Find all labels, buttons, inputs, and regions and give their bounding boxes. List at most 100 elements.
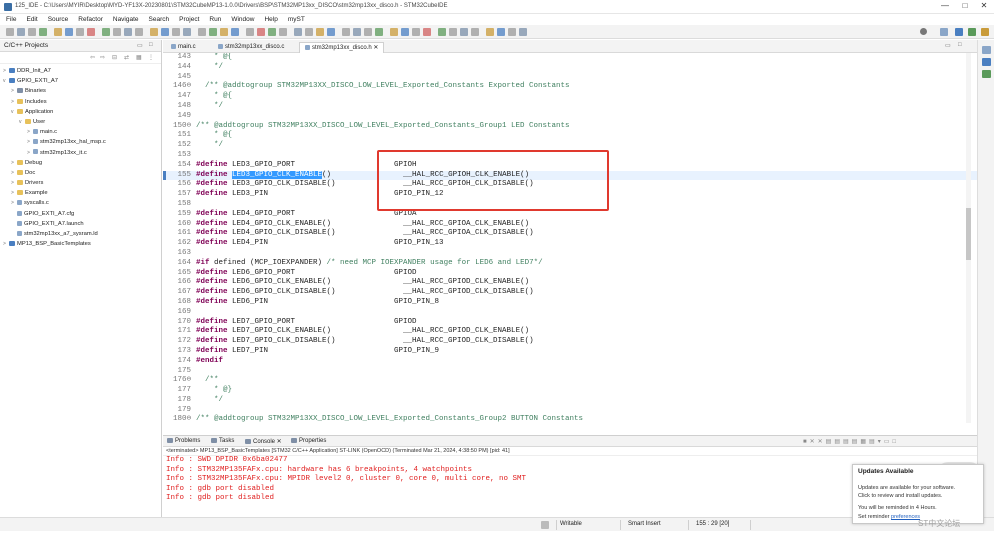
- code-line[interactable]: 151 * @{: [163, 131, 977, 141]
- updates-notification[interactable]: Updates Available Updates are available …: [852, 464, 984, 524]
- code-line[interactable]: 168 #define LED6_PIN GPIO_PIN_8: [163, 298, 977, 308]
- tree-item[interactable]: > stm32mp13xx_it.c: [0, 148, 161, 158]
- toolbar-button-icon[interactable]: [54, 28, 62, 36]
- toolbar-button-icon[interactable]: [449, 28, 457, 36]
- toolbar-button-icon[interactable]: [135, 28, 143, 36]
- code-line[interactable]: 144 */: [163, 63, 977, 73]
- link-editor-icon[interactable]: ⇄: [124, 54, 129, 61]
- code-line[interactable]: 177 * @}: [163, 386, 977, 396]
- toolbar-button-icon[interactable]: [183, 28, 191, 36]
- scrollbar-thumb[interactable]: [966, 208, 971, 260]
- code-line[interactable]: 170 #define LED7_GPIO_PORT GPIOD: [163, 318, 977, 328]
- tab-properties[interactable]: Properties: [291, 438, 326, 444]
- tree-item[interactable]: > Doc: [0, 168, 161, 178]
- toolbar-button-icon[interactable]: [209, 28, 217, 36]
- toolbar-button-icon[interactable]: [316, 28, 324, 36]
- tree-item[interactable]: > Drivers: [0, 178, 161, 188]
- toolbar-button-icon[interactable]: [220, 28, 228, 36]
- menu-run[interactable]: Run: [209, 16, 221, 23]
- code-line[interactable]: 166 #define LED6_GPIO_CLK_ENABLE() __HAL_…: [163, 278, 977, 288]
- toolbar-button-icon[interactable]: [39, 28, 47, 36]
- code-line[interactable]: 148 */: [163, 102, 977, 112]
- tree-item[interactable]: > Includes: [0, 97, 161, 107]
- toolbar-button-icon[interactable]: [28, 28, 36, 36]
- console-toolbar-icons[interactable]: ■✕✕▤▤▤▤▦▤▾▭□: [803, 438, 899, 445]
- tree-item[interactable]: v GPIO_EXTI_A7: [0, 76, 161, 86]
- toolbar-button-icon[interactable]: [460, 28, 468, 36]
- toolbar-button-icon[interactable]: [390, 28, 398, 36]
- toolbar-button-icon[interactable]: [76, 28, 84, 36]
- maximize-view-icon[interactable]: □: [149, 42, 153, 48]
- toolbar-button-icon[interactable]: [438, 28, 446, 36]
- code-line[interactable]: 161 #define LED4_GPIO_CLK_DISABLE() __HAL…: [163, 229, 977, 239]
- tree-item[interactable]: > stm32mp13xx_hal_msp.c: [0, 137, 161, 147]
- maximize-editor-icon[interactable]: □: [958, 42, 962, 48]
- code-line[interactable]: 175: [163, 367, 977, 377]
- code-line[interactable]: 171 #define LED7_GPIO_CLK_ENABLE() __HAL_…: [163, 327, 977, 337]
- tree-item[interactable]: > syscalls.c: [0, 198, 161, 208]
- code-line[interactable]: 149: [163, 112, 977, 122]
- toolbar-button-icon[interactable]: [423, 28, 431, 36]
- code-line[interactable]: 174 #endif: [163, 357, 977, 367]
- tree-item[interactable]: v Application: [0, 107, 161, 117]
- menu-navigate[interactable]: Navigate: [113, 16, 139, 23]
- editor-tab[interactable]: stm32mp13xx_disco.c: [213, 42, 289, 53]
- tree-item[interactable]: > Binaries: [0, 86, 161, 96]
- perspective-icon[interactable]: [940, 28, 948, 36]
- search-icon[interactable]: [920, 28, 927, 35]
- code-line[interactable]: 169: [163, 308, 977, 318]
- toolbar-button-icon[interactable]: [412, 28, 420, 36]
- filter-icon[interactable]: ▦: [136, 54, 142, 61]
- toolbar-button-icon[interactable]: [65, 28, 73, 36]
- minimize-button[interactable]: —: [936, 1, 954, 10]
- toolbar-button-icon[interactable]: [87, 28, 95, 36]
- menu-refactor[interactable]: Refactor: [78, 16, 103, 23]
- code-line[interactable]: 160 #define LED4_GPIO_CLK_ENABLE() __HAL_…: [163, 220, 977, 230]
- code-line[interactable]: 159 #define LED4_GPIO_PORT GPIOA: [163, 210, 977, 220]
- collapse-all-icon[interactable]: ⊟: [112, 54, 117, 61]
- toolbar-button-icon[interactable]: [294, 28, 302, 36]
- outline-icon[interactable]: [982, 46, 991, 54]
- toolbar-button-icon[interactable]: [6, 28, 14, 36]
- close-button[interactable]: ✕: [975, 1, 993, 10]
- code-line[interactable]: 180⊖ /** @addtogroup STM32MP13XX_DISCO_LO…: [163, 415, 977, 425]
- close-tab-icon[interactable]: ✕: [275, 439, 282, 445]
- maximize-button[interactable]: □: [956, 1, 974, 10]
- code-line[interactable]: 172 #define LED7_GPIO_CLK_DISABLE() __HAL…: [163, 337, 977, 347]
- minimize-editor-icon[interactable]: ▭: [945, 42, 951, 49]
- code-line[interactable]: 173 #define LED7_PIN GPIO_PIN_9: [163, 347, 977, 357]
- toolbar-button-icon[interactable]: [497, 28, 505, 36]
- toolbar-button-icon[interactable]: [198, 28, 206, 36]
- tab-tasks[interactable]: Tasks: [211, 438, 234, 444]
- sfrs-icon[interactable]: [982, 70, 991, 78]
- tree-item[interactable]: stm32mp13xx_a7_sysram.ld: [0, 229, 161, 239]
- toolbar-button-icon[interactable]: [342, 28, 350, 36]
- minimize-view-icon[interactable]: ▭: [137, 42, 143, 49]
- toolbar-button-icon[interactable]: [172, 28, 180, 36]
- debug-perspective-icon[interactable]: [968, 28, 976, 36]
- code-line[interactable]: 178 */: [163, 396, 977, 406]
- toolbar-button-icon[interactable]: [161, 28, 169, 36]
- tab-console[interactable]: Console ✕: [245, 438, 282, 445]
- toolbar-button-icon[interactable]: [401, 28, 409, 36]
- tree-item[interactable]: GPIO_EXTI_A7.cfg: [0, 209, 161, 219]
- toolbar-button-icon[interactable]: [471, 28, 479, 36]
- menu-window[interactable]: Window: [231, 16, 254, 23]
- code-line[interactable]: 164 #if defined (MCP_IOEXPANDER) /* need …: [163, 259, 977, 269]
- tree-item[interactable]: > MP13_BSP_BasicTemplates: [0, 239, 161, 249]
- menu-edit[interactable]: Edit: [26, 16, 37, 23]
- code-line[interactable]: 147 * @{: [163, 92, 977, 102]
- tree-item[interactable]: > Example: [0, 188, 161, 198]
- menu-myst[interactable]: myST: [288, 16, 305, 23]
- toolbar-button-icon[interactable]: [246, 28, 254, 36]
- build-targets-icon[interactable]: [982, 58, 991, 66]
- toolbar-button-icon[interactable]: [508, 28, 516, 36]
- code-line[interactable]: 165 #define LED6_GPIO_PORT GPIOD: [163, 269, 977, 279]
- toolbar-button-icon[interactable]: [124, 28, 132, 36]
- editor-tab[interactable]: main.c: [166, 42, 201, 53]
- code-line[interactable]: 179: [163, 406, 977, 416]
- code-area[interactable]: 143 * @{144 */145 146⊖ /** @addtogroup ST…: [163, 53, 977, 432]
- tab-problems[interactable]: Problems: [167, 438, 200, 444]
- menu-source[interactable]: Source: [48, 16, 69, 23]
- toolbar-button-icon[interactable]: [364, 28, 372, 36]
